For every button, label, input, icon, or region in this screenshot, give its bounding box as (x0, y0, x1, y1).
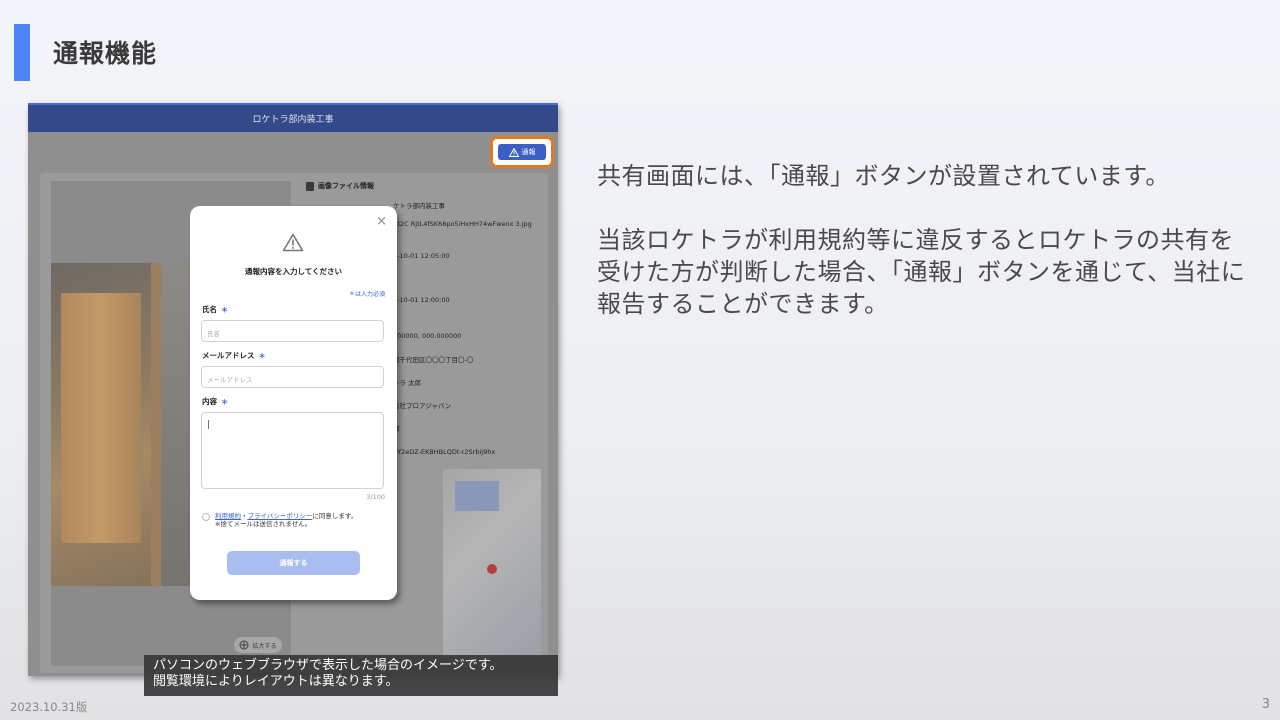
app-header-title: ロケトラ部内装工事 (252, 115, 334, 125)
image-file-icon (306, 181, 314, 191)
info-row: 3-10-01 12:05:00 (393, 252, 450, 260)
content-label: 内容 ＊ (202, 396, 228, 407)
photo-post (151, 263, 161, 586)
zoom-button-label: 拡大する (252, 642, 277, 650)
terms-link[interactable]: 利用規約 (215, 512, 241, 520)
close-icon[interactable]: × (376, 215, 387, 228)
agreement: 利用規約・プライバシーポリシーに同意します。 ※捨てメールは送信されません。 (202, 512, 390, 528)
name-label-text: 氏名 (202, 305, 217, 314)
info-row: qY2eDZ-EKBHBLQDt-r2Srbij9hx (393, 448, 496, 456)
report-button-label: 通報 (521, 148, 536, 156)
description-paragraph: 当該ロケトラが利用規約等に違反するとロケトラの共有を受けた方が判断した場合、「通… (597, 226, 1246, 318)
image-info-title-text: 画像ファイル情報 (318, 182, 374, 190)
content-textarea[interactable] (201, 412, 384, 489)
info-row: 都千代田区〇〇〇丁目〇-〇 (393, 356, 474, 364)
report-button[interactable]: 通報 (498, 144, 546, 160)
agreement-text: 利用規約・プライバシーポリシーに同意します。 (215, 512, 390, 520)
warning-triangle-icon (508, 147, 519, 157)
app-header: ロケトラ部内装工事 (28, 103, 558, 132)
email-label-text: メールアドレス (202, 351, 255, 360)
content-label-text: 内容 (202, 397, 217, 406)
info-row: 会社プロアジャパン (393, 402, 452, 410)
report-modal: × 通報内容を入力してください ＊は入力必須 氏名＊ 氏名 メールアドレス＊ メ… (190, 206, 397, 600)
info-row: トラ 太郎 (393, 379, 422, 387)
name-label: 氏名 ＊ (202, 304, 228, 315)
agree-suffix: に同意します。 (312, 512, 358, 520)
email-note: ※捨てメールは送信されません。 (215, 520, 312, 528)
slide-title: 通報機能 (53, 39, 158, 68)
agree-radio[interactable] (202, 513, 210, 521)
description-paragraph: 共有画面には、「通報」ボタンが設置されています。 (597, 162, 1170, 190)
required-mark: ＊ (221, 398, 228, 406)
email-label: メールアドレス＊ (202, 350, 266, 361)
info-row: ケトラ部内装工事 (393, 202, 445, 210)
photo-wood-panel (61, 293, 141, 543)
info-row: 3-10-01 12:00:00 (393, 296, 450, 304)
character-counter: 3/100 (366, 493, 385, 501)
name-field[interactable]: 氏名 (201, 320, 384, 342)
title-accent-bar (14, 24, 30, 81)
zoom-button[interactable]: 拡大する (234, 637, 282, 653)
text-caret (208, 420, 209, 429)
location-map[interactable] (443, 469, 541, 657)
required-mark: ＊ (221, 306, 228, 314)
caption-line: パソコンのウェブブラウザで表示した場合のイメージです。 (153, 658, 503, 673)
map-block (455, 481, 499, 511)
version-label: 2023.10.31版 (10, 700, 88, 714)
info-row: Bt2C RjtL4fSK68po5iHxHH74wFwenx 3.jpg (393, 220, 532, 228)
zoom-move-icon (239, 640, 249, 650)
modal-heading: 通報内容を入力してください (244, 267, 343, 276)
submit-report-button[interactable]: 通報する (227, 551, 360, 575)
warning-triangle-icon (282, 233, 304, 252)
screenshot-caption: パソコンのウェブブラウザで表示した場合のイメージです。 閲覧環境によりレイアウト… (144, 655, 558, 696)
page-number: 3 (1261, 697, 1270, 712)
image-info-title: 画像ファイル情報 (306, 181, 374, 191)
privacy-policy-link[interactable]: プライバシーポリシー (248, 512, 313, 520)
description: 共有画面には、「通報」ボタンが設置されています。 当該ロケトラが利用規約等に違反… (597, 160, 1257, 320)
info-row: 000000, 000.000000 (393, 332, 462, 340)
caption-line: 閲覧環境によりレイアウトは異なります。 (153, 674, 399, 689)
map-pin-icon (487, 564, 497, 574)
report-button-highlight: 通報 (490, 136, 554, 168)
email-field[interactable]: メールアドレス (201, 366, 384, 388)
required-note: ＊は入力必須 (348, 291, 385, 298)
required-mark: ＊ (258, 352, 266, 360)
